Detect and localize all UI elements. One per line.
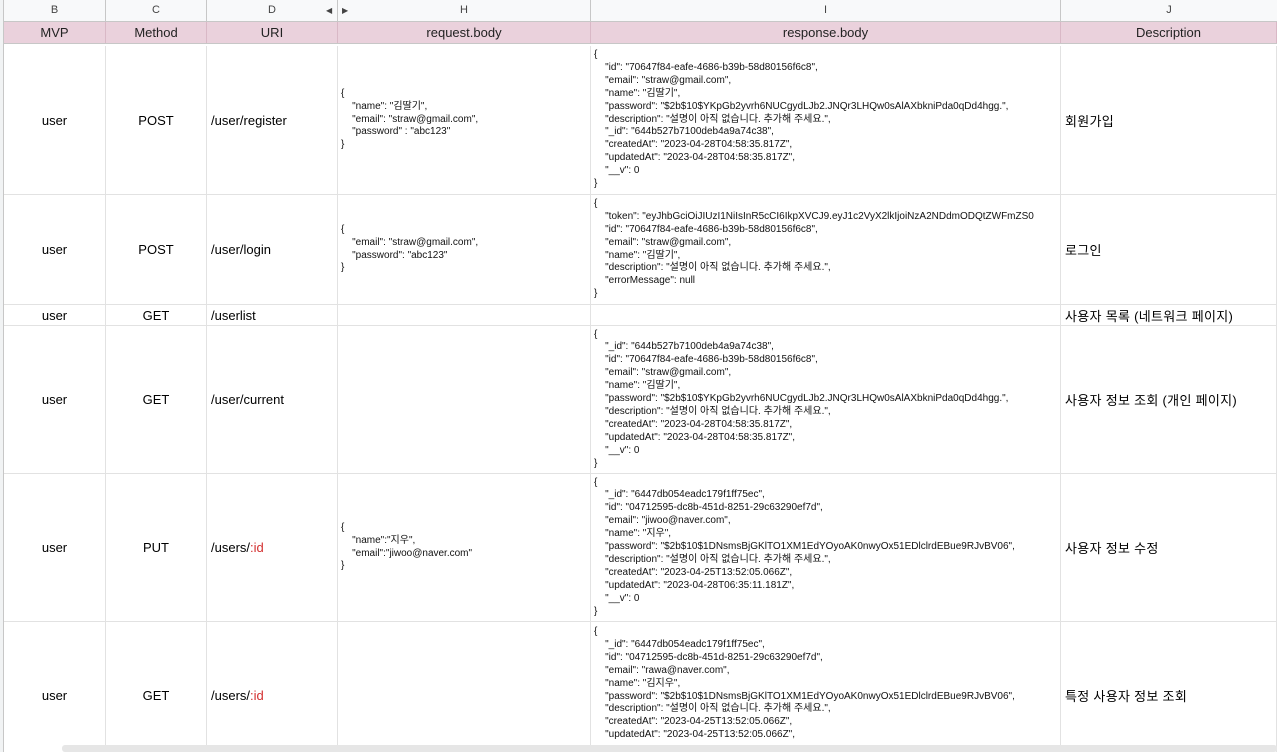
cell-method[interactable]: PUT bbox=[106, 474, 207, 621]
cell-uri[interactable]: /users/:id bbox=[207, 474, 338, 621]
cell-response-body[interactable]: { "id": "70647f84-eafe-4686-b39b-58d8015… bbox=[591, 46, 1061, 194]
uri-path: /user/login bbox=[211, 242, 271, 257]
column-header-d[interactable]: D bbox=[207, 0, 338, 21]
uri-param: :id bbox=[250, 688, 264, 703]
cell-method[interactable]: GET bbox=[106, 326, 207, 473]
table-row: user POST /user/login { "email": "straw@… bbox=[4, 195, 1277, 305]
cell-request-body[interactable]: { "email": "straw@gmail.com", "password"… bbox=[338, 195, 591, 304]
header-uri[interactable]: URI bbox=[207, 22, 338, 43]
header-request-body[interactable]: request.body bbox=[338, 22, 591, 43]
table-row: user GET /users/:id { "_id": "6447db054e… bbox=[4, 622, 1277, 752]
cell-description[interactable]: 로그인 bbox=[1061, 195, 1277, 304]
table-header-row: MVP Method URI request.body response.bod… bbox=[4, 22, 1277, 44]
column-header-j[interactable]: J bbox=[1061, 0, 1277, 21]
column-header-h[interactable]: H bbox=[338, 0, 591, 21]
cell-mvp[interactable]: user bbox=[4, 195, 106, 304]
spreadsheet[interactable]: B C D H I J ◀ ▶ MVP Method URI request.b… bbox=[0, 0, 1277, 752]
horizontal-scrollbar[interactable] bbox=[62, 745, 1277, 752]
cell-request-body[interactable]: { "name": "김딸기", "email": "straw@gmail.c… bbox=[338, 46, 591, 194]
uri-param: :id bbox=[250, 540, 264, 555]
cell-mvp[interactable]: user bbox=[4, 326, 106, 473]
cell-uri[interactable]: /user/login bbox=[207, 195, 338, 304]
uri-path: /userlist bbox=[211, 307, 256, 323]
header-method[interactable]: Method bbox=[106, 22, 207, 43]
cell-uri[interactable]: /user/register bbox=[207, 46, 338, 194]
cell-request-body[interactable] bbox=[338, 326, 591, 473]
cell-description[interactable]: 특정 사용자 정보 조회 bbox=[1061, 622, 1277, 752]
cell-uri[interactable]: /users/:id bbox=[207, 622, 338, 752]
table-row: user GET /userlist 사용자 목록 (네트워크 페이지) bbox=[4, 305, 1277, 326]
table-row: user POST /user/register { "name": "김딸기"… bbox=[4, 46, 1277, 195]
cell-description[interactable]: 회원가입 bbox=[1061, 46, 1277, 194]
uri-path: /user/current bbox=[211, 392, 284, 407]
cell-mvp[interactable]: user bbox=[4, 46, 106, 194]
cell-uri[interactable]: /user/current bbox=[207, 326, 338, 473]
cell-method[interactable]: GET bbox=[106, 305, 207, 325]
table-row: user PUT /users/:id { "name":"지우", "emai… bbox=[4, 474, 1277, 622]
header-description[interactable]: Description bbox=[1061, 22, 1277, 43]
header-mvp[interactable]: MVP bbox=[4, 22, 106, 43]
column-headers: B C D H I J ◀ ▶ bbox=[4, 0, 1277, 22]
cell-response-body[interactable]: { "_id": "6447db054eadc179f1ff75ec", "id… bbox=[591, 622, 1061, 752]
hidden-columns-left-arrow-icon[interactable]: ◀ bbox=[326, 6, 332, 15]
cell-response-body[interactable]: { "_id": "644b527b7100deb4a9a74c38", "id… bbox=[591, 326, 1061, 473]
cell-description[interactable]: 사용자 정보 수정 bbox=[1061, 474, 1277, 621]
cell-response-body[interactable]: { "token": "eyJhbGciOiJIUzI1NiIsInR5cCI6… bbox=[591, 195, 1061, 304]
cell-request-body[interactable] bbox=[338, 305, 591, 325]
cell-request-body[interactable] bbox=[338, 622, 591, 752]
column-header-i[interactable]: I bbox=[591, 0, 1061, 21]
cell-uri[interactable]: /userlist bbox=[207, 305, 338, 325]
cell-mvp[interactable]: user bbox=[4, 622, 106, 752]
header-response-body[interactable]: response.body bbox=[591, 22, 1061, 43]
cell-method[interactable]: POST bbox=[106, 195, 207, 304]
column-header-c[interactable]: C bbox=[106, 0, 207, 21]
cell-mvp[interactable]: user bbox=[4, 474, 106, 621]
uri-path: /user/register bbox=[211, 112, 287, 128]
table-row: user GET /user/current { "_id": "644b527… bbox=[4, 326, 1277, 474]
cell-response-body[interactable]: { "_id": "6447db054eadc179f1ff75ec", "id… bbox=[591, 474, 1061, 621]
column-header-b[interactable]: B bbox=[4, 0, 106, 21]
cell-description[interactable]: 사용자 목록 (네트워크 페이지) bbox=[1061, 305, 1277, 325]
uri-path: /users/ bbox=[211, 688, 251, 703]
uri-path: /users/ bbox=[211, 540, 251, 555]
cell-request-body[interactable]: { "name":"지우", "email":"jiwoo@naver.com"… bbox=[338, 474, 591, 621]
cell-mvp[interactable]: user bbox=[4, 305, 106, 325]
cell-method[interactable]: GET bbox=[106, 622, 207, 752]
cell-description[interactable]: 사용자 정보 조회 (개인 페이지) bbox=[1061, 326, 1277, 473]
cell-method[interactable]: POST bbox=[106, 46, 207, 194]
hidden-columns-right-arrow-icon[interactable]: ▶ bbox=[342, 6, 348, 15]
cell-response-body[interactable] bbox=[591, 305, 1061, 325]
